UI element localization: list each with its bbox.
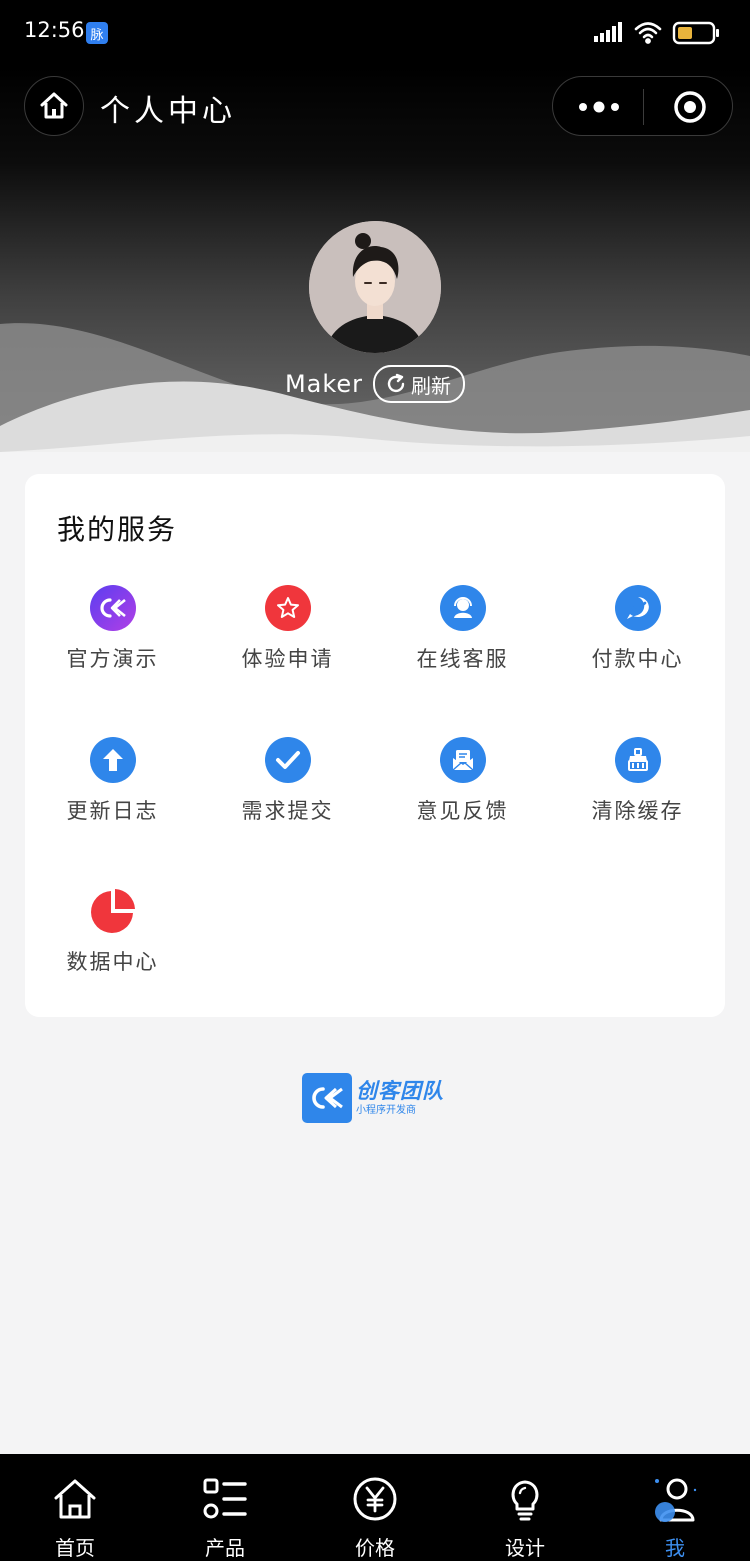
app-notification-badge: 脉: [86, 22, 108, 44]
wifi-icon: [634, 22, 662, 44]
tab-label: 产品: [205, 1536, 245, 1560]
signal-icon: [594, 22, 622, 42]
tab-label: 首页: [55, 1536, 95, 1560]
brand-subtitle: 小程序开发商: [356, 1105, 416, 1116]
service-submit-request[interactable]: 需求提交: [200, 737, 375, 867]
service-label: 官方演示: [66, 647, 159, 671]
refresh-icon: [387, 373, 405, 393]
brand-logo: 创客团队 小程序开发商: [302, 1073, 444, 1123]
service-label: 清除缓存: [591, 799, 684, 823]
battery-icon: [672, 21, 719, 45]
home-icon: [40, 92, 68, 119]
yen-icon: [353, 1477, 397, 1521]
refresh-button[interactable]: 刷新: [373, 365, 466, 403]
tab-label: 设计: [505, 1536, 545, 1560]
close-target-icon[interactable]: [672, 89, 708, 125]
pie-chart-icon: [90, 888, 136, 934]
payment-icon: [615, 585, 661, 631]
status-bar: 12:56 脉: [0, 0, 750, 66]
checkmark-icon: [265, 737, 311, 783]
services-card: 我的服务 官方演示 体验申请 在线客服 付款中心 更新日志 需求提交 意见反馈 …: [25, 474, 725, 1017]
ck-logo-icon: [90, 585, 136, 631]
status-icons: [594, 18, 724, 48]
user-icon: [655, 1478, 697, 1522]
tab-home[interactable]: 首页: [0, 1454, 150, 1561]
service-label: 需求提交: [241, 799, 334, 823]
tab-design[interactable]: 设计: [450, 1454, 600, 1561]
lightbulb-icon: [511, 1480, 539, 1521]
status-time: 12:56: [24, 18, 85, 42]
ck-brand-icon: [302, 1073, 352, 1123]
clear-cache-icon: [615, 737, 661, 783]
capsule-divider: [643, 89, 644, 125]
tab-label: 价格: [355, 1536, 395, 1560]
service-trial-apply[interactable]: 体验申请: [200, 585, 375, 715]
tab-pricing[interactable]: 价格: [300, 1454, 450, 1561]
service-changelog[interactable]: 更新日志: [25, 737, 200, 867]
customer-service-icon: [440, 585, 486, 631]
service-label: 在线客服: [416, 647, 509, 671]
page-title: 个人中心: [100, 94, 236, 129]
service-official-demo[interactable]: 官方演示: [25, 585, 200, 715]
upload-arrow-icon: [90, 737, 136, 783]
service-online-support[interactable]: 在线客服: [375, 585, 550, 715]
service-payment-center[interactable]: 付款中心: [550, 585, 725, 715]
profile-header: 个人中心 Maker 刷新: [0, 66, 750, 452]
services-title: 我的服务: [57, 513, 178, 546]
refresh-label: 刷新: [411, 373, 452, 398]
service-label: 更新日志: [66, 799, 159, 823]
tab-me[interactable]: 我: [600, 1454, 750, 1561]
profile-row: Maker 刷新: [0, 362, 750, 406]
avatar[interactable]: [309, 221, 441, 353]
username: Maker: [284, 370, 364, 398]
brand-name: 创客团队: [356, 1079, 444, 1103]
tab-products[interactable]: 产品: [150, 1454, 300, 1561]
service-label: 数据中心: [66, 950, 159, 974]
service-data-center[interactable]: 数据中心: [25, 888, 200, 1018]
more-options-icon[interactable]: [577, 95, 621, 119]
home-icon: [54, 1479, 96, 1519]
list-icon: [203, 1478, 247, 1519]
avatar-portrait-icon: [309, 221, 441, 353]
service-clear-cache[interactable]: 清除缓存: [550, 737, 725, 867]
mini-program-capsule: [552, 76, 733, 136]
feedback-mail-icon: [440, 737, 486, 783]
tab-label: 我: [665, 1536, 685, 1560]
home-button[interactable]: [24, 76, 84, 136]
service-label: 付款中心: [591, 647, 684, 671]
service-label: 意见反馈: [416, 799, 509, 823]
service-feedback[interactable]: 意见反馈: [375, 737, 550, 867]
service-label: 体验申请: [241, 647, 334, 671]
tab-bar: 首页 产品 价格 设计 我: [0, 1454, 750, 1561]
star-icon: [265, 585, 311, 631]
